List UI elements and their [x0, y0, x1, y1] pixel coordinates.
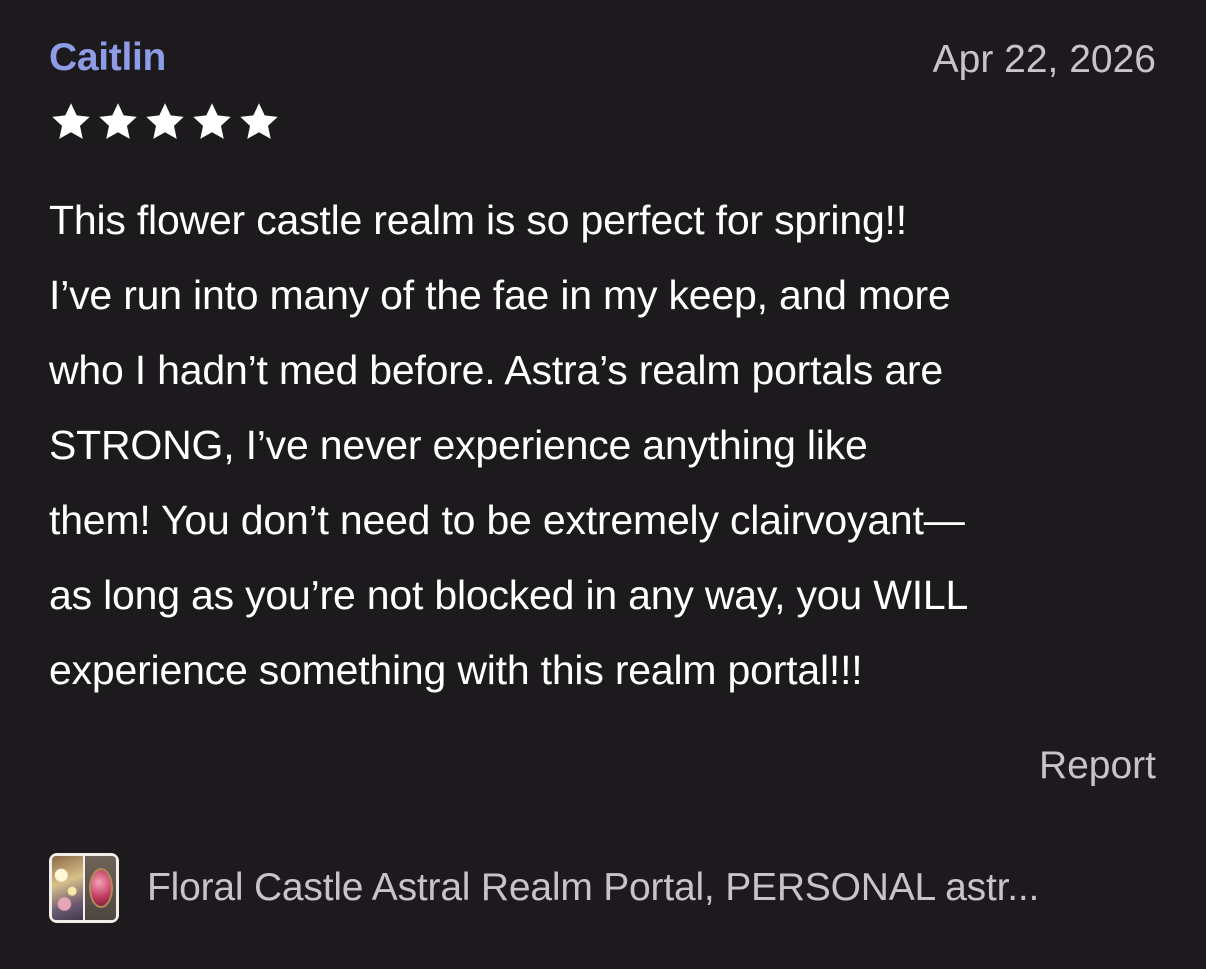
review-text-line: This flower castle realm is so perfect f… — [49, 197, 907, 243]
review-text-line: I’ve run into many of the fae in my keep… — [49, 272, 951, 318]
review-text-line: as long as you’re not blocked in any way… — [49, 572, 969, 618]
listing-link[interactable]: Floral Castle Astral Realm Portal, PERSO… — [49, 853, 1039, 923]
star-icon — [99, 103, 137, 139]
star-icon — [146, 103, 184, 139]
star-icon — [193, 103, 231, 139]
listing-title[interactable]: Floral Castle Astral Realm Portal, PERSO… — [147, 866, 1039, 910]
star-rating — [48, 100, 282, 144]
castle-image — [52, 856, 83, 920]
report-button[interactable]: Report — [1039, 744, 1156, 788]
gem-icon — [88, 868, 113, 908]
star-icon — [240, 103, 278, 139]
pendant-image — [85, 856, 116, 920]
star-icon — [52, 103, 90, 139]
listing-thumbnail[interactable] — [49, 853, 119, 923]
review-text-line: experience something with this realm por… — [49, 647, 863, 693]
review-text-line: them! You don’t need to be extremely cla… — [49, 497, 965, 543]
review-text-line: who I hadn’t med before. Astra’s realm p… — [49, 347, 943, 393]
review-card: Caitlin Apr 22, 2026 This flower castle … — [0, 0, 1206, 969]
review-text-line: STRONG, I’ve never experience anything l… — [49, 422, 868, 468]
review-date: Apr 22, 2026 — [932, 38, 1156, 81]
reviewer-name[interactable]: Caitlin — [49, 36, 166, 80]
review-text: This flower castle realm is so perfect f… — [49, 183, 1169, 708]
